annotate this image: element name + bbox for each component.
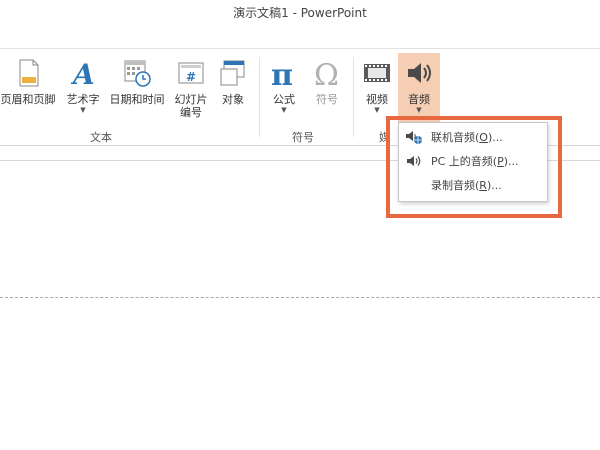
object-label: 对象	[222, 93, 244, 106]
date-time-button[interactable]: 日期和时间	[105, 53, 169, 129]
pi-icon: π	[268, 57, 300, 93]
svg-text:Ω: Ω	[314, 58, 339, 89]
svg-text:π: π	[271, 58, 293, 89]
film-strip-icon	[361, 57, 393, 89]
svg-text:A: A	[70, 58, 95, 89]
header-footer-button[interactable]: 页眉和页脚	[0, 53, 59, 129]
chevron-down-icon: ▼	[80, 106, 86, 114]
object-window-icon	[217, 57, 249, 89]
document-header-icon	[12, 57, 44, 89]
group-label-text: 文本	[90, 131, 112, 144]
object-button[interactable]: 对象	[213, 53, 253, 129]
equation-label: 公式	[273, 93, 295, 106]
wordart-a-icon: A	[67, 57, 99, 91]
slide-number-button[interactable]: # 幻灯片 编号	[170, 53, 212, 129]
title-bar: 演示文稿1 - PowerPoint	[0, 0, 600, 48]
calendar-clock-icon	[121, 57, 153, 89]
chevron-down-icon: ▼	[416, 106, 422, 114]
omega-icon: Ω	[311, 57, 343, 93]
slide-number-label: 幻灯片 编号	[174, 93, 208, 119]
group-label-symbols: 符号	[292, 131, 314, 144]
video-label: 视频	[366, 93, 388, 106]
audio-label: 音频	[408, 93, 430, 106]
annotation-highlight-box	[386, 116, 562, 218]
group-divider	[259, 57, 260, 137]
wordart-label: 艺术字	[66, 93, 100, 106]
window-title: 演示文稿1 - PowerPoint	[233, 6, 367, 20]
wordart-button[interactable]: A 艺术字 ▼	[63, 53, 103, 129]
speaker-icon	[403, 57, 435, 89]
symbol-button[interactable]: Ω 符号	[307, 53, 347, 129]
header-footer-label: 页眉和页脚	[0, 93, 56, 106]
hash-box-icon: #	[175, 57, 207, 89]
placeholder-dashed-border	[0, 297, 600, 298]
date-time-label: 日期和时间	[109, 93, 165, 106]
symbol-label: 符号	[316, 93, 338, 106]
equation-button[interactable]: π 公式 ▼	[266, 53, 302, 129]
chevron-down-icon: ▼	[281, 106, 287, 114]
group-divider	[353, 57, 354, 137]
chevron-down-icon: ▼	[374, 106, 380, 114]
svg-text:#: #	[186, 70, 196, 84]
